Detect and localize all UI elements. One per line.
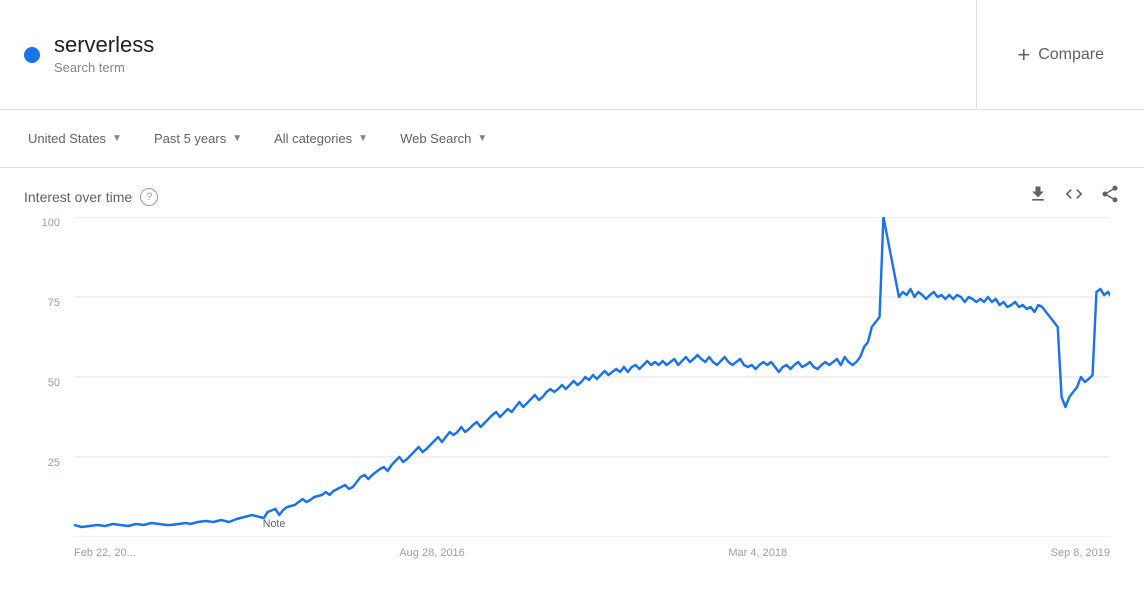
category-label: All categories (274, 131, 352, 146)
compare-label: Compare (1038, 46, 1104, 64)
help-icon[interactable]: ? (140, 188, 158, 206)
note-text: Note (263, 518, 285, 530)
category-chevron-icon: ▼ (358, 133, 368, 144)
region-filter[interactable]: United States ▼ (16, 123, 134, 154)
y-axis-labels: 100 75 50 25 (24, 217, 68, 537)
chart-section: Interest over time ? 100 75 50 25 (0, 168, 1144, 577)
x-label-2016: Aug 28, 2016 (399, 547, 464, 559)
category-filter[interactable]: All categories ▼ (262, 123, 380, 154)
search-type-label: Web Search (400, 131, 471, 146)
time-label: Past 5 years (154, 131, 226, 146)
region-label: United States (28, 131, 106, 146)
search-term-text: serverless Search term (54, 32, 154, 76)
y-label-100: 100 (42, 217, 68, 229)
filters-bar: United States ▼ Past 5 years ▼ All categ… (0, 110, 1144, 168)
search-type-filter[interactable]: Web Search ▼ (388, 123, 499, 154)
time-chevron-icon: ▼ (232, 133, 242, 144)
x-label-2019: Sep 8, 2019 (1051, 547, 1110, 559)
trend-line (74, 217, 1108, 527)
compare-plus-icon: + (1017, 42, 1030, 68)
download-icon[interactable] (1028, 184, 1048, 209)
search-term-section: serverless Search term (0, 0, 977, 109)
compare-section[interactable]: + Compare (977, 0, 1144, 109)
chart-svg: Note (74, 217, 1110, 537)
x-label-start: Feb 22, 20... (74, 547, 136, 559)
trend-line-dotted (1108, 292, 1110, 295)
x-axis-labels: Feb 22, 20... Aug 28, 2016 Mar 4, 2018 S… (74, 541, 1110, 577)
search-term-title: serverless (54, 32, 154, 58)
x-label-2018: Mar 4, 2018 (728, 547, 787, 559)
chart-title-area: Interest over time ? (24, 188, 158, 206)
y-label-25: 25 (48, 457, 68, 469)
chart-header: Interest over time ? (24, 184, 1120, 209)
y-label-50: 50 (48, 377, 68, 389)
chart-container: 100 75 50 25 Note Feb 22, 20... Aug (24, 217, 1120, 577)
header: serverless Search term + Compare (0, 0, 1144, 110)
share-icon[interactable] (1100, 184, 1120, 209)
embed-icon[interactable] (1064, 184, 1084, 209)
time-filter[interactable]: Past 5 years ▼ (142, 123, 254, 154)
chart-actions (1028, 184, 1120, 209)
search-type-chevron-icon: ▼ (477, 133, 487, 144)
chart-title: Interest over time (24, 189, 132, 205)
series-color-dot (24, 47, 40, 63)
y-label-75: 75 (48, 297, 68, 309)
search-term-type: Search term (54, 60, 125, 75)
region-chevron-icon: ▼ (112, 133, 122, 144)
